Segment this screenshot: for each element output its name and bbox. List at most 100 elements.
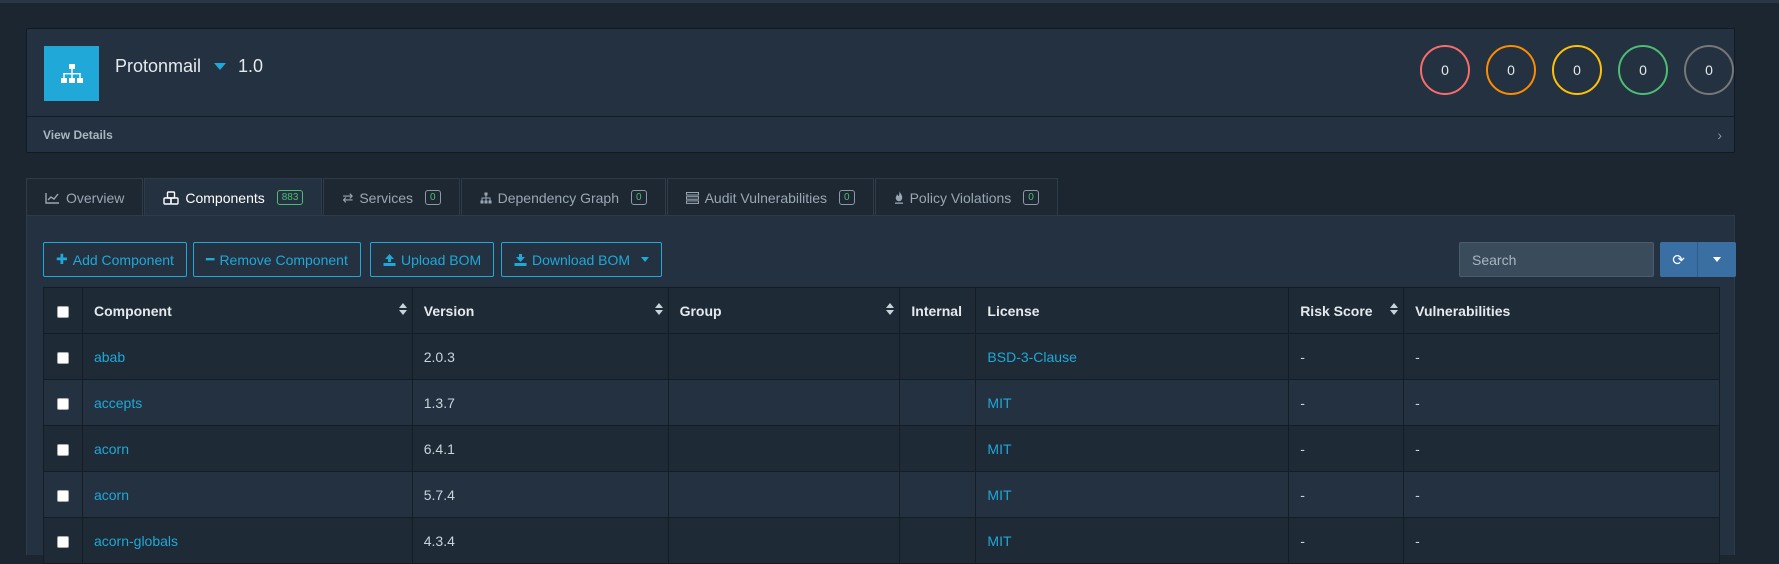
components-panel: ✚ Add Component ━ Remove Component Uploa… (26, 215, 1736, 564)
row-checkbox[interactable] (56, 351, 69, 364)
column-header-risk-score[interactable]: Risk Score (1288, 287, 1405, 334)
project-version: 1.0 (238, 56, 264, 76)
tab-policy-violations-label: Policy Violations (909, 189, 1012, 206)
components-count-badge: 883 (276, 190, 304, 205)
component-cell: acorn (81, 471, 413, 518)
tab-overview[interactable]: Overview (26, 178, 144, 216)
high-count: 0 (1507, 62, 1515, 78)
dependency-graph-count-badge: 0 (631, 190, 647, 205)
row-select-cell (43, 425, 83, 472)
table-options-dropdown[interactable] (1698, 242, 1736, 277)
column-header-group[interactable]: Group (667, 287, 901, 334)
column-header-group-label: Group (679, 302, 722, 319)
group-cell (667, 471, 901, 518)
tab-audit-vulnerabilities[interactable]: Audit Vulnerabilities 0 (666, 178, 874, 216)
sort-icon (654, 303, 663, 315)
version-cell: 6.4.1 (411, 425, 669, 472)
component-link[interactable]: acorn (94, 487, 129, 503)
policy-violations-count-badge: 0 (1023, 190, 1039, 205)
refresh-icon: ⟳ (1672, 251, 1685, 269)
tab-services[interactable]: ⇄ Services 0 (323, 178, 460, 216)
sort-icon (1390, 303, 1399, 315)
column-header-internal-label: Internal (911, 302, 962, 319)
version-cell: 1.3.7 (411, 379, 669, 426)
version-cell: 4.3.4 (411, 517, 669, 564)
column-header-vulnerabilities: Vulnerabilities (1403, 287, 1720, 334)
minus-icon: ━ (206, 251, 215, 267)
license-link[interactable]: BSD-3-Clause (987, 349, 1076, 365)
internal-cell (899, 379, 977, 426)
risk-score-cell: - (1288, 379, 1405, 426)
project-header: Protonmail 1.0 0 0 0 0 0 (27, 29, 1734, 117)
component-cell: acorn-globals (81, 517, 413, 564)
component-cell: accepts (81, 379, 413, 426)
component-link[interactable]: acorn-globals (94, 533, 178, 549)
download-icon (514, 253, 527, 266)
select-all-checkbox[interactable] (56, 305, 69, 318)
group-cell (667, 379, 901, 426)
critical-count: 0 (1441, 62, 1449, 78)
plus-icon: ✚ (56, 251, 68, 267)
component-link[interactable]: acorn (94, 441, 129, 457)
add-component-button[interactable]: ✚ Add Component (43, 242, 187, 277)
vulnerabilities-cell: - (1403, 333, 1720, 380)
sort-icon (886, 303, 895, 315)
components-table: Component Version Group Internal License… (43, 287, 1720, 564)
row-select-cell (43, 333, 83, 380)
column-header-version[interactable]: Version (411, 287, 669, 334)
tab-dependency-graph[interactable]: Dependency Graph 0 (460, 178, 666, 216)
group-cell (667, 333, 901, 380)
download-bom-label: Download BOM (532, 251, 631, 268)
sitemap-icon (480, 192, 492, 203)
column-header-risk-score-label: Risk Score (1300, 302, 1373, 319)
select-all-cell (43, 287, 83, 334)
upload-bom-button[interactable]: Upload BOM (370, 242, 495, 277)
license-link[interactable]: MIT (987, 441, 1011, 457)
license-cell: MIT (975, 471, 1290, 518)
group-cell (667, 517, 901, 564)
project-tabs: Overview Components 883 ⇄ Services 0 Dep… (26, 178, 1059, 216)
view-details-bar[interactable]: View Details › (27, 117, 1734, 153)
unassigned-count: 0 (1705, 62, 1713, 78)
row-checkbox[interactable] (56, 443, 69, 456)
row-select-cell (43, 471, 83, 518)
component-link[interactable]: accepts (94, 395, 142, 411)
download-bom-button[interactable]: Download BOM (501, 242, 663, 277)
refresh-button-group: ⟳ (1660, 242, 1736, 277)
component-link[interactable]: abab (94, 349, 125, 365)
vulnerabilities-cell: - (1403, 517, 1720, 564)
project-name: Protonmail (115, 56, 202, 76)
project-version-dropdown-icon[interactable] (214, 63, 226, 70)
tab-policy-violations[interactable]: Policy Violations 0 (874, 178, 1058, 216)
search-input[interactable] (1459, 242, 1654, 277)
refresh-button[interactable]: ⟳ (1660, 242, 1698, 277)
column-header-vulnerabilities-label: Vulnerabilities (1415, 302, 1511, 319)
row-checkbox[interactable] (56, 489, 69, 502)
internal-cell (899, 425, 977, 472)
row-checkbox[interactable] (56, 397, 69, 410)
license-cell: MIT (975, 425, 1290, 472)
fire-icon (894, 191, 903, 204)
services-count-badge: 0 (425, 190, 441, 205)
vulnerabilities-cell: - (1403, 471, 1720, 518)
table-row: accepts 1.3.7 MIT - - (43, 379, 1720, 426)
high-count-circle: 0 (1486, 45, 1536, 95)
component-cell: abab (81, 333, 413, 380)
tab-services-label: Services (359, 189, 414, 206)
license-cell: BSD-3-Clause (975, 333, 1290, 380)
column-header-component[interactable]: Component (81, 287, 413, 334)
row-checkbox[interactable] (56, 535, 69, 548)
tab-components[interactable]: Components 883 (144, 178, 323, 216)
risk-score-cell: - (1288, 425, 1405, 472)
version-cell: 2.0.3 (411, 333, 669, 380)
license-link[interactable]: MIT (987, 533, 1011, 549)
row-select-cell (43, 517, 83, 564)
medium-count-circle: 0 (1552, 45, 1602, 95)
license-link[interactable]: MIT (987, 395, 1011, 411)
remove-component-button[interactable]: ━ Remove Component (193, 242, 361, 277)
unassigned-count-circle: 0 (1684, 45, 1734, 95)
license-cell: MIT (975, 379, 1290, 426)
license-link[interactable]: MIT (987, 487, 1011, 503)
sort-icon (398, 303, 407, 315)
view-details-link[interactable]: View Details (43, 128, 113, 142)
